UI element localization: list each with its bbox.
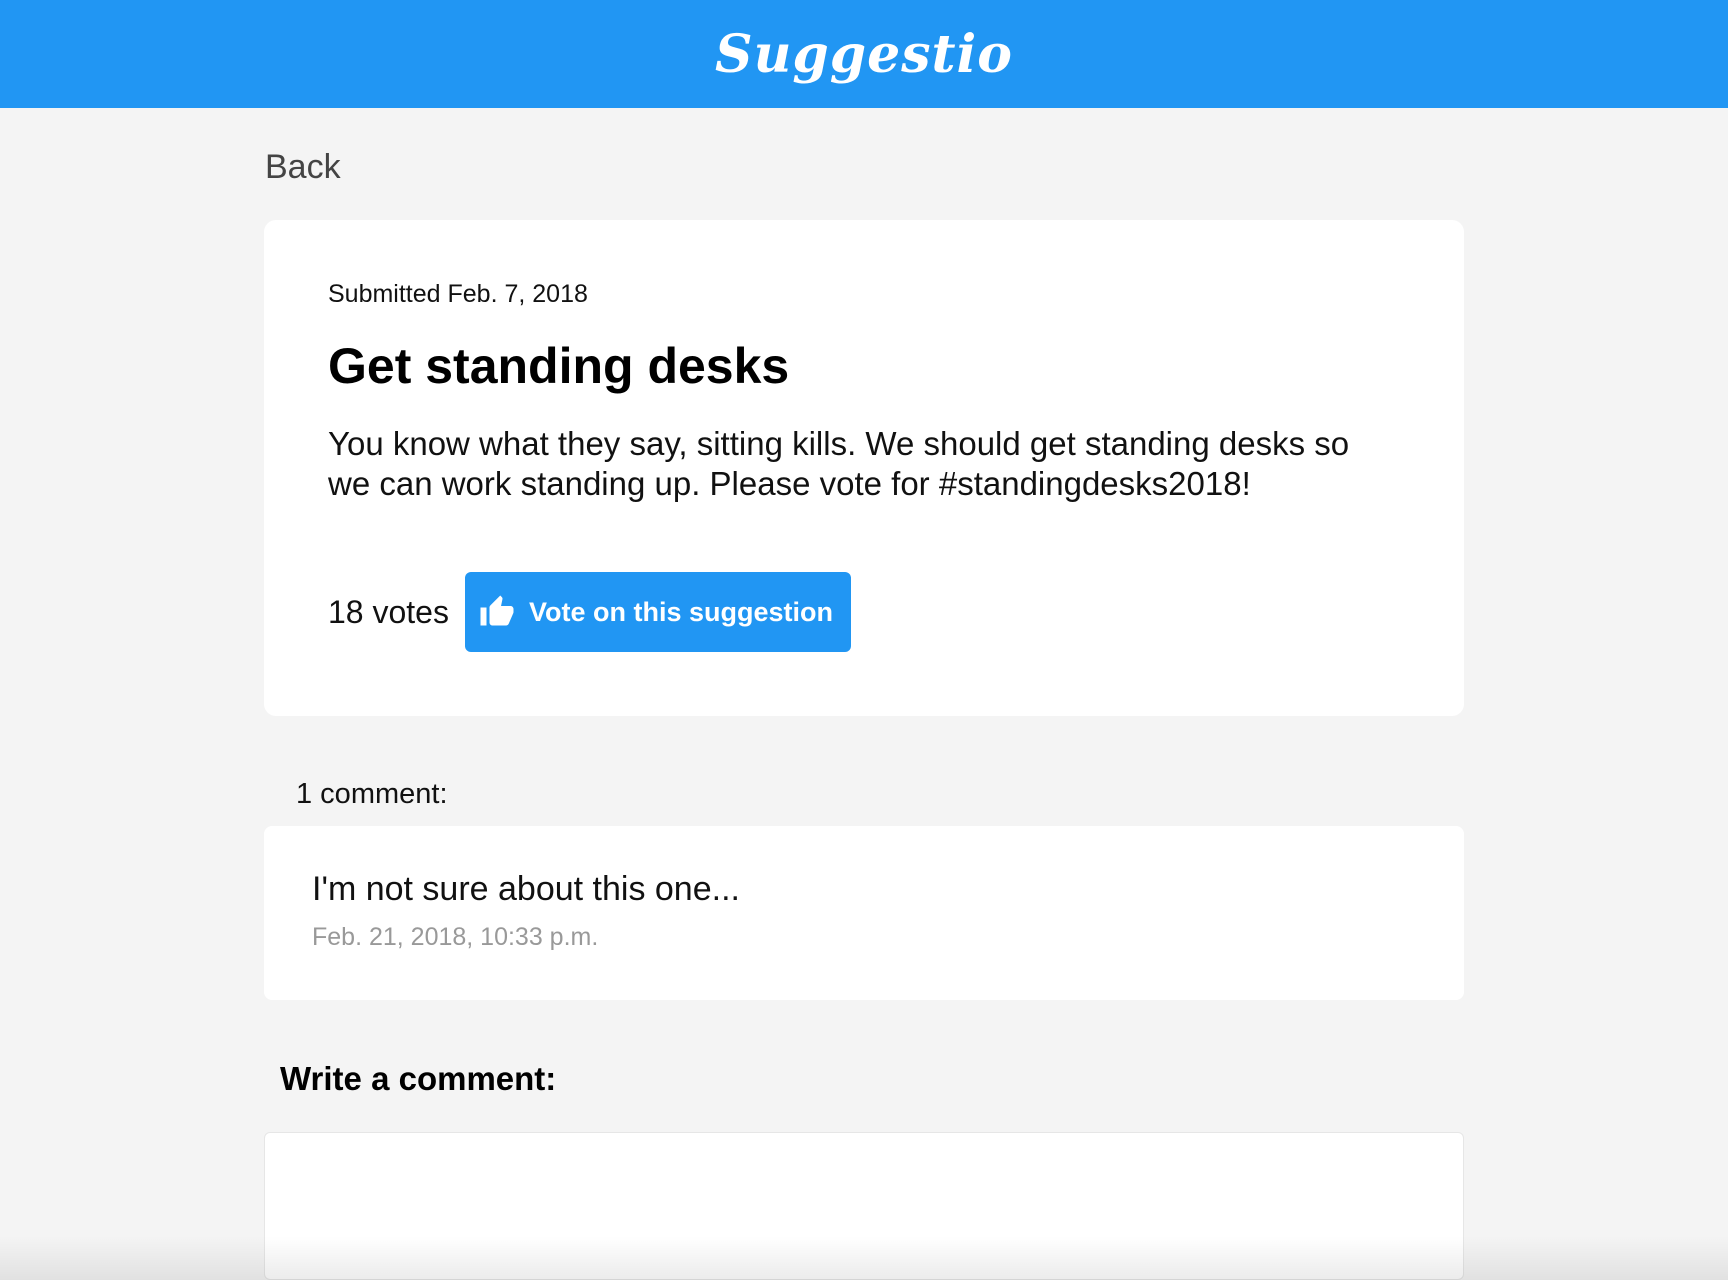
vote-button-label: Vote on this suggestion: [528, 596, 833, 627]
submitted-date: Submitted Feb. 7, 2018: [328, 280, 588, 308]
thumbs-up-icon: [479, 594, 515, 630]
suggestion-title: Get standing desks: [328, 338, 790, 394]
comment-date: Feb. 21, 2018, 10:33 p.m.: [312, 923, 599, 951]
comment-text: I'm not sure about this one...: [312, 870, 740, 908]
write-comment-heading: Write a comment:: [280, 1060, 557, 1097]
comment-card: I'm not sure about this one... Feb. 21, …: [264, 826, 1464, 1000]
vote-count: 18 votes: [328, 593, 449, 630]
vote-row: 18 votes Vote on this suggestion: [328, 572, 851, 652]
vote-button[interactable]: Vote on this suggestion: [464, 572, 851, 652]
comment-input[interactable]: [264, 1132, 1464, 1280]
suggestion-body: You know what they say, sitting kills. W…: [328, 425, 1350, 502]
comments-heading: 1 comment:: [296, 778, 448, 810]
top-bar: Suggestio: [0, 0, 1728, 108]
back-link[interactable]: Back: [265, 148, 341, 187]
suggestion-card: Submitted Feb. 7, 2018 Get standing desk…: [264, 220, 1464, 716]
logo[interactable]: Suggestio: [715, 24, 1013, 85]
